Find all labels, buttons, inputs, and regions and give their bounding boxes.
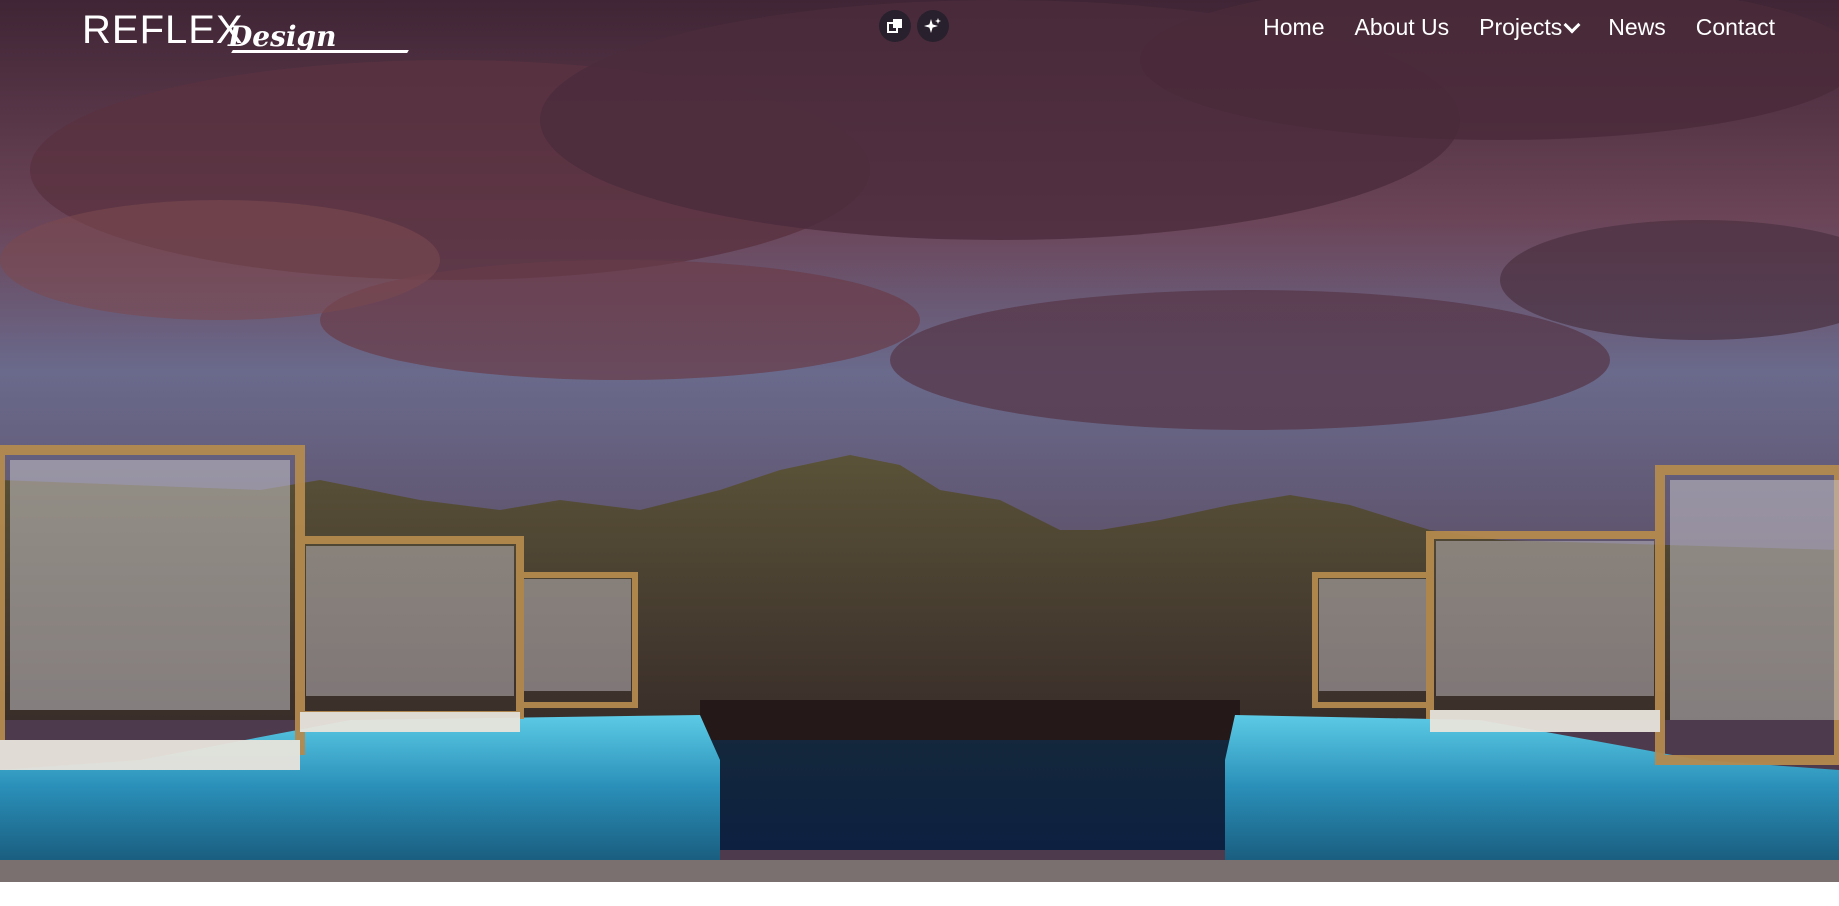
logo-wordmark: REFLEX (82, 8, 244, 52)
page-divider (0, 882, 1839, 906)
hero-banner (0, 0, 1839, 882)
logo-underline (231, 50, 409, 53)
floating-tools (879, 10, 949, 42)
nav-projects[interactable]: Projects (1479, 14, 1581, 41)
nav-home[interactable]: Home (1263, 14, 1324, 41)
main-nav: Home About Us Projects News Contact (1263, 14, 1775, 41)
copy-icon[interactable] (879, 10, 911, 42)
sparkle-icon[interactable] (917, 10, 949, 42)
chevron-down-icon (1563, 16, 1581, 33)
site-logo[interactable]: REFLEX Design (82, 8, 409, 54)
nav-contact[interactable]: Contact (1696, 14, 1775, 41)
resort-scene-illustration (0, 0, 1839, 882)
logo-tagline: Design (228, 20, 337, 53)
nav-news[interactable]: News (1608, 14, 1666, 41)
nav-about-us[interactable]: About Us (1355, 14, 1450, 41)
nav-projects-label: Projects (1479, 14, 1563, 40)
